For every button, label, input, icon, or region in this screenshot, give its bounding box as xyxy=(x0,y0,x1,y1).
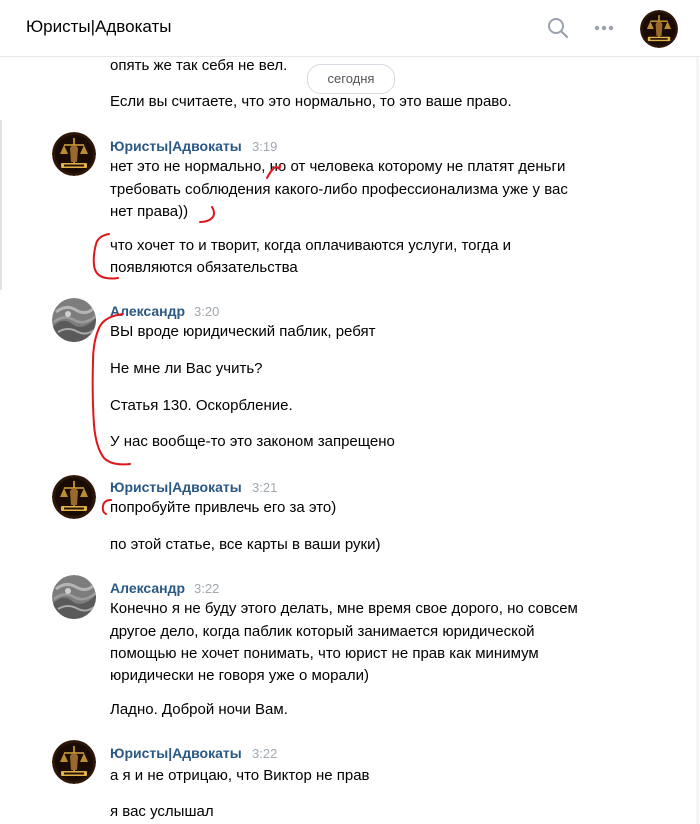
message-line: юридически не говоря уже о морали) xyxy=(110,667,369,684)
avatar[interactable] xyxy=(640,10,678,48)
unread-indicator xyxy=(0,120,2,290)
avatar[interactable] xyxy=(52,132,96,176)
message-author[interactable]: Юристы|Адвокаты xyxy=(110,479,242,495)
message-line: Если вы считаете, что это нормально, то … xyxy=(110,93,512,110)
message-time[interactable]: 3:22 xyxy=(194,581,219,596)
message-line: Не мне ли Вас учить? xyxy=(110,360,263,377)
avatar[interactable] xyxy=(52,575,96,619)
message-line: другое дело, когда паблик который занима… xyxy=(110,623,535,640)
chat-title[interactable]: Юристы|Адвокаты xyxy=(26,17,172,37)
message-line: нет это не нормально, но от человека кот… xyxy=(110,158,566,175)
more-icon[interactable] xyxy=(592,16,616,40)
red-annotation-marks xyxy=(91,164,281,515)
message-line: а я и не отрицаю, что Виктор не прав xyxy=(110,767,370,784)
message-line: Ладно. Доброй ночи Вам. xyxy=(110,701,288,718)
message-line: попробуйте привлечь его за это) xyxy=(110,499,337,516)
chat-header: Юристы|Адвокаты xyxy=(0,0,700,57)
message-line: ВЫ вроде юридический паблик, ребят xyxy=(110,323,376,340)
message-time[interactable]: 3:22 xyxy=(252,746,277,761)
avatar[interactable] xyxy=(52,740,96,784)
message-line: я вас услышал xyxy=(110,803,214,820)
message-line: требовать соблюдения какого-либо професс… xyxy=(110,181,568,198)
avatar[interactable] xyxy=(52,475,96,519)
message-line: Статья 130. Оскорбление. xyxy=(110,397,293,414)
message-time[interactable]: 3:21 xyxy=(252,480,277,495)
message-author[interactable]: Юристы|Адвокаты xyxy=(110,138,242,154)
message-line: опять же так себя не вел. xyxy=(110,57,288,74)
message-line: нет права)) xyxy=(110,203,189,220)
message-time[interactable]: 3:19 xyxy=(252,139,277,154)
message-line: по этой статье, все карты в ваши руки) xyxy=(110,536,381,553)
date-separator: сегодня xyxy=(307,64,395,94)
message-line: Конечно я не буду этого делать, мне врем… xyxy=(110,600,578,617)
search-icon[interactable] xyxy=(546,16,570,40)
message-author[interactable]: Александр xyxy=(110,580,185,596)
message-author[interactable]: Александр xyxy=(110,303,185,319)
message-line: появляются обязательства xyxy=(110,259,298,276)
message-author[interactable]: Юристы|Адвокаты xyxy=(110,745,242,761)
scrollbar[interactable] xyxy=(696,56,699,824)
message-time[interactable]: 3:20 xyxy=(194,304,219,319)
message-line: что хочет то и творит, когда оплачиваютс… xyxy=(110,237,511,254)
message-line: У нас вообще-то это законом запрещено xyxy=(110,433,395,450)
avatar[interactable] xyxy=(52,298,96,342)
message-line: помощью не хочет понимать, что юрист не … xyxy=(110,645,539,662)
